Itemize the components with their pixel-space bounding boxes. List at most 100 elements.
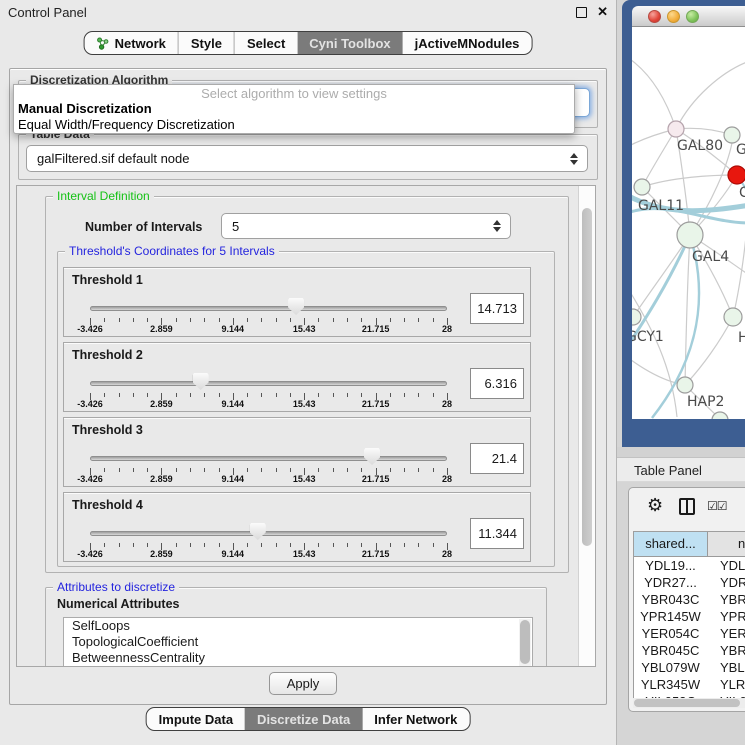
table-header-row: shared...na — [634, 532, 745, 557]
tick-label: 21.715 — [346, 324, 406, 334]
attribute-list-item[interactable]: BetweennessCentrality — [64, 650, 532, 666]
threshold-value-field[interactable]: 21.4 — [470, 443, 524, 474]
attribute-list-item[interactable]: TopologicalCoefficient — [64, 634, 532, 650]
tab-style[interactable]: Style — [178, 32, 234, 54]
tab-cyni-toolbox[interactable]: Cyni Toolbox — [297, 32, 402, 54]
network-node-gal4[interactable] — [677, 222, 703, 248]
network-icon — [97, 37, 110, 50]
network-node-gal80[interactable] — [668, 121, 684, 137]
attributes-scrollbar[interactable] — [519, 619, 531, 667]
network-edge — [642, 175, 737, 187]
network-canvas[interactable]: GAL80GACGAL11GAL4GCY1HHAP2 — [632, 27, 745, 419]
tick-mark — [190, 393, 191, 397]
bottom-tab-bar: Impute Data Discretize DataInfer Network — [146, 707, 471, 731]
tick-mark — [133, 393, 134, 397]
tab-infer-network[interactable]: Infer Network — [362, 708, 469, 730]
network-node-gcy1[interactable] — [632, 309, 641, 325]
column-header-2[interactable]: na — [708, 532, 745, 556]
table-data-combobox[interactable]: galFiltered.sif default node — [26, 145, 588, 172]
table-row[interactable]: YLR345WYLR3 — [634, 676, 745, 693]
numerical-attributes-list[interactable]: SelfLoopsTopologicalCoefficientBetweenne… — [63, 617, 533, 667]
threshold-value-field[interactable]: 11.344 — [470, 518, 524, 549]
table-row[interactable]: YER054CYER0 — [634, 625, 745, 642]
tick-mark — [361, 318, 362, 322]
table-row[interactable]: YPR145WYPR1 — [634, 608, 745, 625]
network-node-gal11[interactable] — [634, 179, 650, 195]
interval-definition-title: Interval Definition — [53, 189, 154, 203]
tick-label: 28 — [417, 399, 477, 409]
table-cell: YBL079W — [634, 659, 708, 676]
apply-button[interactable]: Apply — [269, 672, 337, 695]
slider-thumb[interactable] — [193, 373, 209, 390]
tick-mark — [347, 393, 348, 397]
table-cell: YDR2 — [708, 574, 745, 591]
tab-label: Impute Data — [159, 712, 233, 727]
close-panel-icon[interactable]: ✕ — [597, 4, 608, 20]
select-columns-icon[interactable]: ☑☑ — [707, 499, 727, 513]
tick-mark — [290, 543, 291, 547]
tick-mark — [204, 318, 205, 322]
tick-mark — [333, 468, 334, 472]
slider-track[interactable] — [90, 531, 447, 536]
algorithm-option[interactable]: Equal Width/Frequency Discretization — [18, 117, 235, 132]
slider-thumb[interactable] — [250, 523, 266, 540]
split-columns-icon[interactable] — [679, 498, 695, 515]
mac-minimize-icon[interactable] — [667, 10, 680, 23]
threshold-value-field[interactable]: 6.316 — [470, 368, 524, 399]
control-panel: Control Panel ✕ NetworkStyleSelectCyni T… — [0, 0, 617, 745]
tick-label: 9.144 — [203, 324, 263, 334]
threshold-value-field[interactable]: 14.713 — [470, 293, 524, 324]
tick-mark — [318, 468, 319, 472]
tab-impute-data[interactable]: Impute Data — [147, 708, 245, 730]
network-node-h[interactable] — [724, 308, 742, 326]
settings-scrollbar[interactable] — [578, 186, 595, 666]
tick-mark — [404, 393, 405, 397]
slider-track[interactable] — [90, 456, 447, 461]
slider-thumb[interactable] — [364, 448, 380, 465]
table-row[interactable]: YDR27...YDR2 — [634, 574, 745, 591]
tick-mark — [433, 468, 434, 472]
network-node-ga[interactable] — [724, 127, 740, 143]
column-header-1[interactable]: shared... — [634, 532, 708, 556]
gear-icon[interactable]: ⚙ — [647, 495, 663, 516]
tab-select[interactable]: Select — [234, 32, 297, 54]
tick-mark — [133, 468, 134, 472]
tick-label: -3.426 — [60, 399, 120, 409]
tick-mark — [219, 318, 220, 322]
network-node-c[interactable] — [728, 166, 745, 184]
table-row[interactable]: YBR045CYBR0 — [634, 642, 745, 659]
network-node-hap2[interactable] — [677, 377, 693, 393]
table-row[interactable]: YBL079WYBL0 — [634, 659, 745, 676]
tick-mark — [261, 393, 262, 397]
slider-track[interactable] — [90, 306, 447, 311]
attributes-group-title: Attributes to discretize — [53, 580, 179, 594]
slider-thumb[interactable] — [288, 298, 304, 315]
table-panel-titlebar: Table Panel — [617, 457, 745, 482]
tick-mark — [176, 543, 177, 547]
tick-label: 28 — [417, 324, 477, 334]
tick-mark — [261, 543, 262, 547]
tick-label: 21.715 — [346, 474, 406, 484]
tab-network[interactable]: Network — [85, 32, 178, 54]
slider-track[interactable] — [90, 381, 447, 386]
panel-title: Control Panel — [8, 5, 87, 20]
threshold-card: Threshold 1-3.4262.8599.14415.4321.71528… — [63, 267, 531, 337]
tick-label: 21.715 — [346, 549, 406, 559]
tick-mark — [390, 318, 391, 322]
float-panel-icon[interactable] — [576, 7, 587, 18]
tick-mark — [333, 543, 334, 547]
number-of-intervals-combobox[interactable]: 5 — [221, 213, 511, 239]
network-edge — [632, 317, 633, 377]
tab-discretize-data[interactable]: Discretize Data — [245, 708, 362, 730]
mac-close-icon[interactable] — [648, 10, 661, 23]
table-row[interactable]: YBR043CYBR0 — [634, 591, 745, 608]
mac-zoom-icon[interactable] — [686, 10, 699, 23]
tick-mark — [433, 318, 434, 322]
tick-mark — [290, 393, 291, 397]
algorithm-option[interactable]: Manual Discretization — [18, 101, 152, 116]
tab-jactivemnodules[interactable]: jActiveMNodules — [403, 32, 532, 54]
attribute-list-item[interactable]: SelfLoops — [64, 618, 532, 634]
table-hscrollbar[interactable] — [633, 698, 745, 708]
table-row[interactable]: YDL19...YDL1 — [634, 557, 745, 574]
network-window-titlebar[interactable] — [632, 6, 745, 27]
